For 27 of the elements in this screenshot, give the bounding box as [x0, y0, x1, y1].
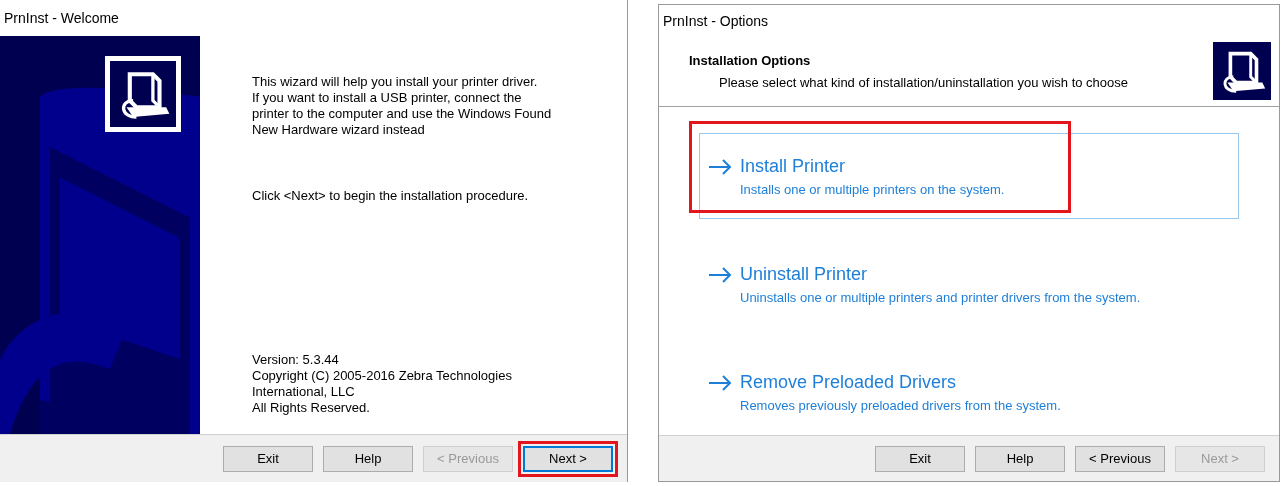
window-title: PrnInst - Options — [662, 11, 770, 31]
prompt-text: Click <Next> to begin the installation procedure. — [252, 188, 530, 204]
wizard-button[interactable]: Exit — [875, 445, 965, 472]
option-title: Remove Preloaded Drivers — [740, 371, 957, 395]
window-title: PrnInst - Welcome — [3, 8, 120, 28]
arrow-icon — [708, 266, 732, 283]
wizard-button[interactable]: Exit — [223, 445, 313, 472]
wizard-button[interactable]: Help — [323, 445, 413, 472]
option-item[interactable]: Install Printer Installs one or multiple printers on the system. — [699, 133, 1239, 220]
option-item[interactable]: Remove Preloaded Drivers Removes previously preloaded drivers from the system. — [699, 349, 1239, 436]
arrow-icon — [708, 158, 732, 175]
option-item[interactable]: Uninstall Printer Uninstalls one or multiple printers and printer drivers from the system. — [699, 241, 1239, 328]
printer-icon — [1213, 41, 1271, 102]
intro-text: This wizard will help you install your printer driver. If you want to install a USB printer, connect the printer to the computer and use the Windows Found New Hardware wizard instead — [252, 74, 553, 138]
wizard-button[interactable]: < Previous — [1075, 445, 1165, 472]
section-subheading: Please select what kind of installation/uninstallation you wish to choose — [718, 73, 1129, 92]
wizard-button[interactable]: Next > — [523, 445, 613, 472]
option-title: Uninstall Printer — [740, 263, 868, 287]
arrow-icon — [708, 374, 732, 391]
printer-icon — [110, 61, 176, 127]
option-description: Removes previously preloaded drivers from the system. — [739, 397, 1062, 416]
section-heading: Installation Options — [689, 52, 812, 71]
option-description: Uninstalls one or multiple printers and printer drivers from the system. — [739, 289, 1142, 308]
option-description: Installs one or multiple printers on the system. — [739, 181, 1006, 200]
option-title: Install Printer — [740, 155, 846, 179]
version-text: Version: 5.3.44 Copyright (C) 2005-2016 Zebra Technologies International, LLC All Rights Reserved. — [252, 352, 513, 416]
wizard-button[interactable]: Help — [975, 445, 1065, 472]
